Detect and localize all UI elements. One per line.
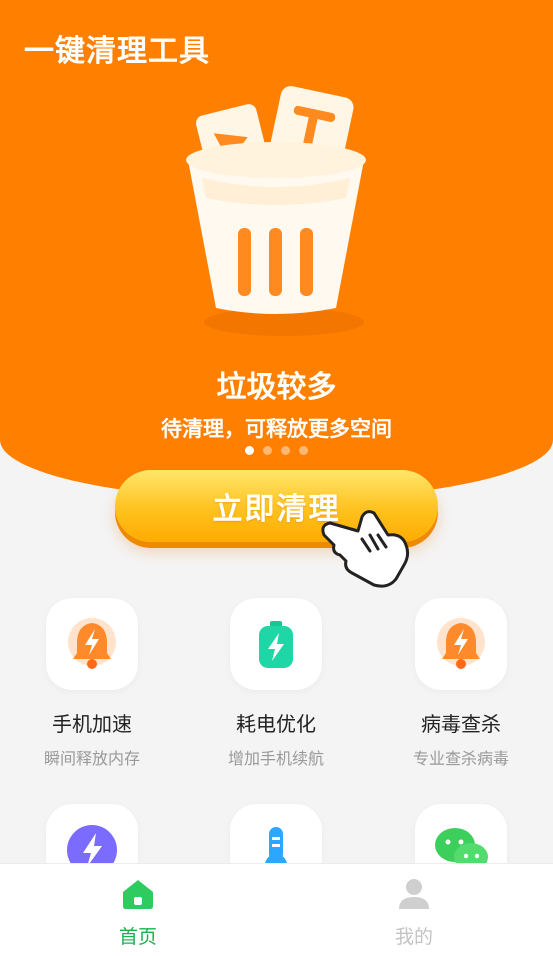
battery-charge-icon: [259, 621, 293, 668]
tab-mine[interactable]: 我的: [344, 878, 484, 949]
pointing-hand-icon: [318, 505, 414, 591]
feature-name: 手机加速: [52, 712, 132, 736]
feature-desc: 专业查杀病毒: [412, 749, 509, 768]
bottom-tab-bar: 首页 我的: [0, 863, 553, 956]
hero-banner: 一键清理工具 垃圾较多 待清理，可释放更多空间: [0, 0, 553, 500]
feature-name: 病毒查杀: [421, 712, 501, 736]
feature-virus-scan[interactable]: 病毒查杀 专业查杀病毒: [376, 598, 546, 769]
feature-name: 耗电优化: [236, 712, 316, 736]
user-icon: [399, 879, 429, 909]
feature-tile[interactable]: [46, 598, 138, 690]
bell-lightning-icon: [68, 618, 116, 669]
tab-home[interactable]: 首页: [68, 878, 208, 949]
carousel-dot[interactable]: [299, 446, 308, 455]
hero-subline: 待清理，可释放更多空间: [161, 417, 392, 441]
feature-desc: 瞬间释放内存: [43, 749, 140, 768]
tab-home-label: 首页: [118, 926, 157, 948]
carousel-dot[interactable]: [245, 446, 254, 455]
feature-desc: 增加手机续航: [227, 749, 324, 768]
feature-phone-speedup[interactable]: 手机加速 瞬间释放内存: [7, 598, 177, 769]
carousel-dot[interactable]: [281, 446, 290, 455]
home-icon: [123, 880, 153, 909]
carousel-dots[interactable]: [0, 446, 553, 455]
hero-headline: 垃圾较多: [216, 370, 337, 405]
tab-mine-label: 我的: [394, 926, 433, 948]
trash-can-icon: [176, 80, 376, 340]
carousel-dot[interactable]: [263, 446, 272, 455]
bell-lightning-icon: [437, 618, 485, 669]
feature-tile[interactable]: [230, 598, 322, 690]
app-title: 一键清理工具: [24, 34, 210, 69]
feature-tile[interactable]: [415, 598, 507, 690]
feature-battery-optimize[interactable]: 耗电优化 增加手机续航: [191, 598, 361, 769]
